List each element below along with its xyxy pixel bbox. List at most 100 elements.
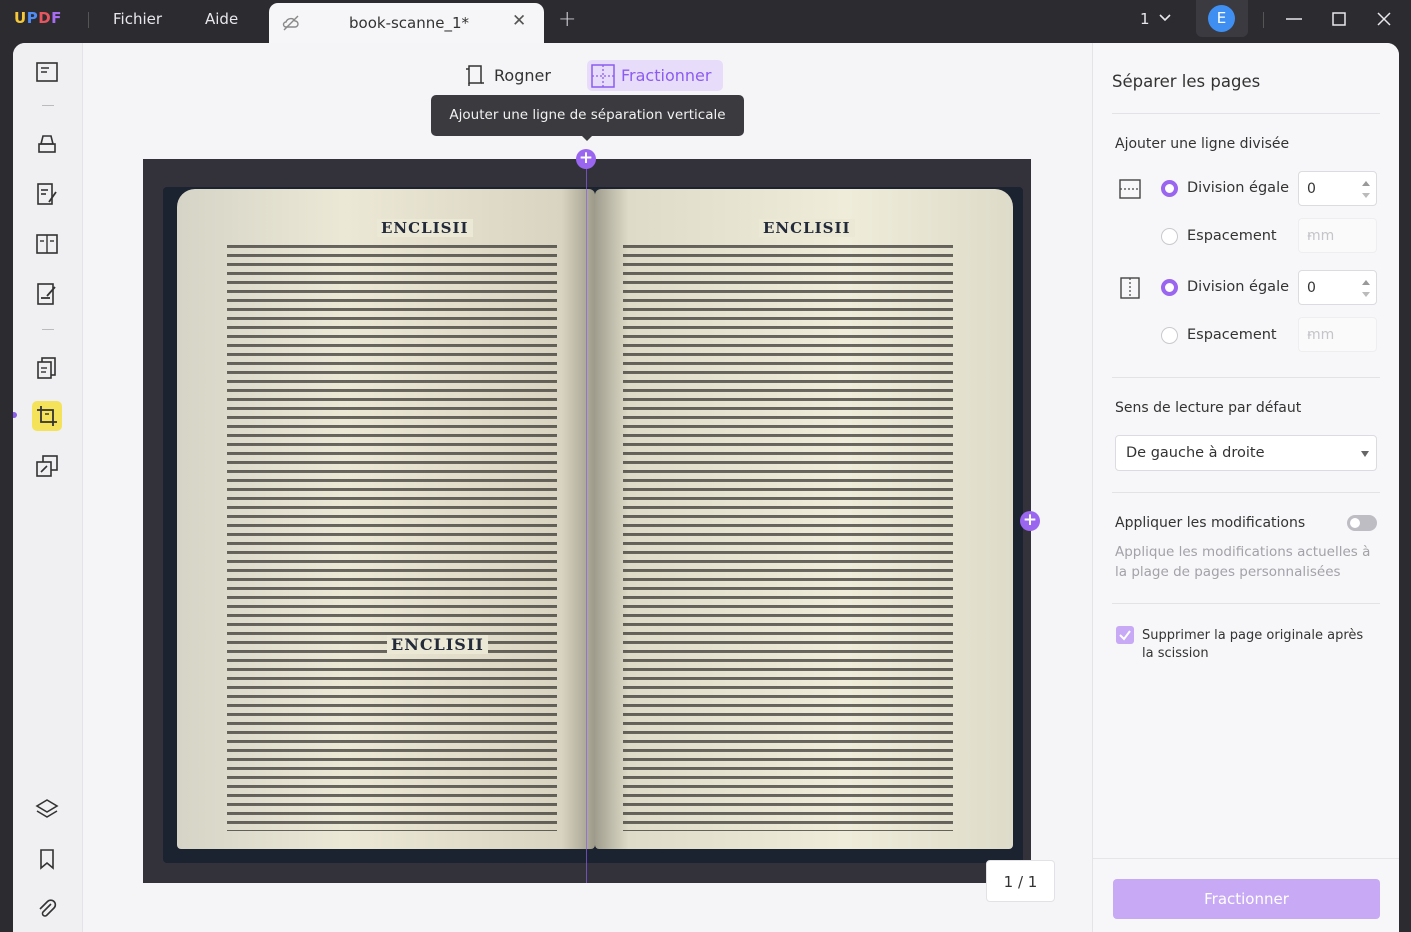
account-area[interactable]: E <box>1196 0 1248 37</box>
highlighter-icon <box>38 135 56 153</box>
chevron-down-icon[interactable] <box>1158 11 1172 25</box>
bookmark-button[interactable] <box>32 844 62 874</box>
page-count[interactable]: 1 <box>1140 10 1150 28</box>
vertical-equal-value: 0 <box>1307 280 1316 296</box>
divider <box>1112 603 1380 604</box>
reader-icon <box>36 62 58 82</box>
edit-tool-button[interactable] <box>32 179 62 209</box>
close-window-icon[interactable] <box>1374 9 1394 29</box>
layers-icon <box>35 799 59 818</box>
vertical-split-line[interactable] <box>586 159 587 883</box>
attachment-button[interactable] <box>32 894 62 924</box>
avatar[interactable]: E <box>1208 5 1235 32</box>
apply-changes-description: Applique les modifications actuelles à l… <box>1115 544 1371 580</box>
split-label: Fractionner <box>621 66 712 85</box>
tools-button[interactable] <box>32 451 62 481</box>
horizontal-spacing-label: Espacement <box>1187 228 1277 244</box>
document-tab[interactable]: book-scanne_1* ✕ <box>269 3 544 43</box>
close-tab-icon[interactable]: ✕ <box>512 11 526 31</box>
divider <box>1093 858 1399 859</box>
crop-icon <box>37 406 57 426</box>
split-action-button[interactable]: Fractionner <box>1113 879 1380 919</box>
edit-text-icon <box>37 183 57 205</box>
organize-pages-button[interactable] <box>32 353 62 383</box>
check-icon <box>1119 630 1131 641</box>
scanned-book-page: ENCLISII ENCLISII ENCLISII <box>143 159 1031 883</box>
vertical-spacing-field[interactable]: - mm <box>1298 317 1377 352</box>
horizontal-split-icon <box>1119 179 1141 199</box>
divider <box>1112 492 1380 493</box>
signature-icon <box>37 283 56 305</box>
horizontal-equal-value: 0 <box>1307 181 1316 197</box>
app-logo: UPDF <box>14 9 62 27</box>
crop-button[interactable]: Rogner <box>460 60 556 91</box>
vertical-equal-stepper[interactable]: 0 <box>1298 270 1377 305</box>
form-icon <box>36 234 58 254</box>
maximize-icon[interactable] <box>1329 9 1349 29</box>
text-lines <box>623 245 953 831</box>
active-indicator <box>13 412 17 418</box>
comment-tool-button[interactable] <box>32 129 62 159</box>
stepper-down-icon[interactable] <box>1362 193 1370 198</box>
tooltip-arrow <box>581 135 593 141</box>
stepper-up-icon[interactable] <box>1362 280 1370 285</box>
vertical-equal-radio[interactable] <box>1161 279 1178 296</box>
split-page-icon <box>591 64 615 88</box>
reading-direction-value: De gauche à droite <box>1126 445 1265 461</box>
add-tab-button[interactable]: + <box>558 7 576 32</box>
cloud-off-icon <box>282 15 299 31</box>
page-header-right: ENCLISII <box>759 219 855 237</box>
delete-original-label: Supprimer la page originale après la sci… <box>1142 628 1364 661</box>
title-bar: UPDF Fichier Aide book-scanne_1* ✕ + 1 E <box>0 0 1411 43</box>
crop-label: Rogner <box>494 66 551 85</box>
paperclip-icon <box>39 899 57 917</box>
split-pages-panel: Séparer les pages Ajouter une ligne divi… <box>1092 43 1399 932</box>
reading-direction-label: Sens de lecture par défaut <box>1115 400 1302 416</box>
tab-title: book-scanne_1* <box>349 14 470 32</box>
page-header-left: ENCLISII <box>377 219 473 237</box>
chevron-down-icon <box>1361 451 1369 457</box>
apply-changes-label: Appliquer les modifications <box>1115 515 1306 531</box>
delete-original-checkbox[interactable] <box>1116 626 1134 644</box>
reading-direction-select[interactable]: De gauche à droite <box>1115 435 1377 471</box>
layers-button[interactable] <box>32 794 62 824</box>
page-indicator[interactable]: 1 / 1 <box>986 860 1055 902</box>
document-canvas[interactable]: Rogner Fractionner Ajouter une ligne de … <box>84 43 1092 932</box>
horizontal-spacing-radio[interactable] <box>1161 228 1178 245</box>
menu-aide[interactable]: Aide <box>205 10 238 28</box>
vertical-spacing-radio[interactable] <box>1161 327 1178 344</box>
vertical-spacing-label: Espacement <box>1187 327 1277 343</box>
split-tab-button[interactable]: Fractionner <box>587 60 723 91</box>
divider <box>42 329 54 330</box>
menu-fichier[interactable]: Fichier <box>113 10 162 28</box>
tools-icon <box>36 455 58 477</box>
unit-label: mm <box>1307 327 1335 343</box>
divider <box>88 12 89 28</box>
bookmark-icon <box>40 849 54 870</box>
horizontal-equal-radio[interactable] <box>1161 180 1178 197</box>
add-line-label: Ajouter une ligne divisée <box>1115 136 1290 152</box>
form-tool-button[interactable] <box>32 229 62 259</box>
horizontal-spacing-field[interactable]: - mm <box>1298 218 1377 253</box>
text-lines <box>227 245 557 831</box>
book-right-page: ENCLISII <box>595 189 1013 849</box>
divider <box>42 105 54 106</box>
apply-changes-toggle[interactable] <box>1347 515 1377 531</box>
pages-icon <box>37 357 56 379</box>
left-toolbar <box>13 43 83 932</box>
book-left-page: ENCLISII ENCLISII <box>177 189 595 849</box>
reader-mode-button[interactable] <box>32 57 62 87</box>
stepper-up-icon[interactable] <box>1362 181 1370 186</box>
add-vertical-line-handle[interactable]: + <box>576 149 596 169</box>
sign-tool-button[interactable] <box>32 279 62 309</box>
crop-split-tool-button[interactable] <box>32 401 62 431</box>
stepper-down-icon[interactable] <box>1362 292 1370 297</box>
horizontal-equal-stepper[interactable]: 0 <box>1298 171 1377 206</box>
minimize-icon[interactable] <box>1284 9 1304 29</box>
divider <box>1263 12 1264 28</box>
app-window: Rogner Fractionner Ajouter une ligne de … <box>13 43 1399 932</box>
horizontal-equal-label: Division égale <box>1187 180 1290 196</box>
add-horizontal-line-handle[interactable]: + <box>1020 511 1040 531</box>
page-header-middle: ENCLISII <box>387 635 488 654</box>
divider <box>1112 113 1380 114</box>
